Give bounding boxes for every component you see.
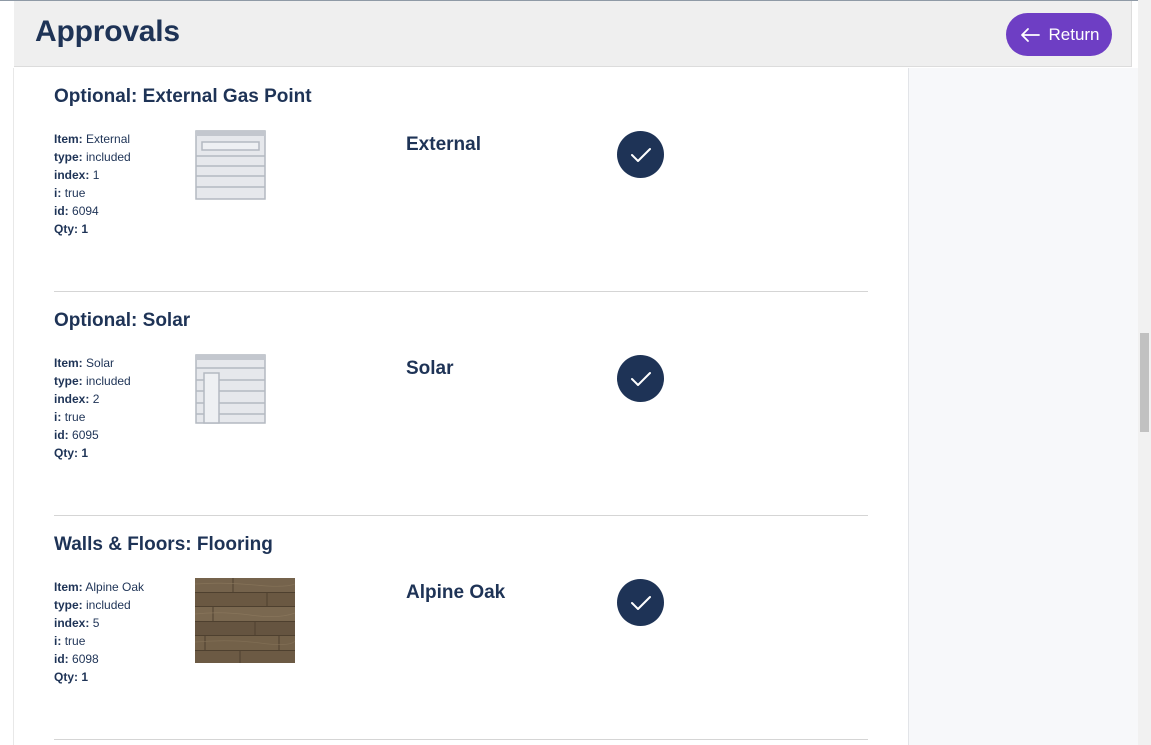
- item-name: Alpine Oak: [406, 582, 506, 603]
- detail-label: id:: [54, 428, 69, 442]
- qty-value: 1: [81, 446, 89, 460]
- approve-button[interactable]: [617, 579, 664, 626]
- vertical-scrollbar[interactable]: [1138, 0, 1151, 745]
- item-name: External: [406, 134, 481, 155]
- index-value: 5: [92, 616, 100, 630]
- detail-label: index:: [54, 616, 90, 630]
- detail-label: id:: [54, 204, 69, 218]
- type-value: included: [86, 374, 131, 388]
- arrow-left-icon: [1021, 27, 1041, 42]
- id-value: 6094: [72, 204, 99, 218]
- external-gas-point-icon: [195, 130, 266, 200]
- item-details: Item: Solar type: included index: 2 i: t…: [54, 354, 131, 462]
- item-details: Item: Alpine Oak type: included index: 5…: [54, 578, 144, 686]
- left-gutter: [0, 68, 14, 745]
- type-value: included: [86, 150, 131, 164]
- section-divider: [54, 739, 868, 740]
- id-value: 6098: [72, 652, 99, 666]
- scrollbar-thumb[interactable]: [1140, 333, 1149, 432]
- detail-label: Qty:: [54, 446, 78, 460]
- detail-label: id:: [54, 652, 69, 666]
- i-value: true: [64, 410, 86, 424]
- page-title: Approvals: [35, 15, 180, 48]
- approve-button[interactable]: [617, 131, 664, 178]
- detail-label: type:: [54, 374, 83, 388]
- item-value: Alpine Oak: [85, 580, 145, 594]
- detail-label: Item:: [54, 356, 83, 370]
- approve-button[interactable]: [617, 355, 664, 402]
- index-value: 1: [92, 168, 100, 182]
- approval-section: Optional: Solar Item: Solar type: includ…: [54, 292, 868, 516]
- checkmark-icon: [630, 371, 651, 386]
- detail-label: Item:: [54, 580, 83, 594]
- solar-panel-icon: [195, 354, 266, 424]
- detail-label: index:: [54, 168, 90, 182]
- detail-label: i:: [54, 634, 62, 648]
- qty-value: 1: [81, 670, 89, 684]
- detail-label: type:: [54, 150, 83, 164]
- item-details: Item: External type: included index: 1 i…: [54, 130, 131, 238]
- wood-flooring-swatch: [195, 578, 295, 663]
- section-title: Walls & Floors: Flooring: [54, 534, 273, 555]
- detail-label: i:: [54, 186, 62, 200]
- item-value: External: [86, 132, 131, 146]
- item-value: Solar: [86, 356, 115, 370]
- approval-section: Optional: External Gas Point Item: Exter…: [54, 68, 868, 292]
- detail-label: i:: [54, 410, 62, 424]
- type-value: included: [86, 598, 131, 612]
- return-button[interactable]: Return: [1006, 13, 1112, 56]
- i-value: true: [64, 186, 86, 200]
- index-value: 2: [92, 392, 100, 406]
- section-title: Optional: External Gas Point: [54, 86, 312, 107]
- page-header: Approvals Return: [14, 1, 1132, 67]
- detail-label: Qty:: [54, 670, 78, 684]
- side-panel: [908, 68, 1138, 745]
- i-value: true: [64, 634, 86, 648]
- item-name: Solar: [406, 358, 454, 379]
- return-button-label: Return: [1048, 24, 1100, 44]
- detail-label: Item:: [54, 132, 83, 146]
- checkmark-icon: [630, 595, 651, 610]
- qty-value: 1: [81, 222, 89, 236]
- section-title: Optional: Solar: [54, 310, 191, 331]
- id-value: 6095: [72, 428, 99, 442]
- detail-label: index:: [54, 392, 90, 406]
- approval-section: Walls & Floors: Flooring Item: Alpine Oa…: [54, 516, 868, 740]
- detail-label: Qty:: [54, 222, 78, 236]
- checkmark-icon: [630, 147, 651, 162]
- detail-label: type:: [54, 598, 83, 612]
